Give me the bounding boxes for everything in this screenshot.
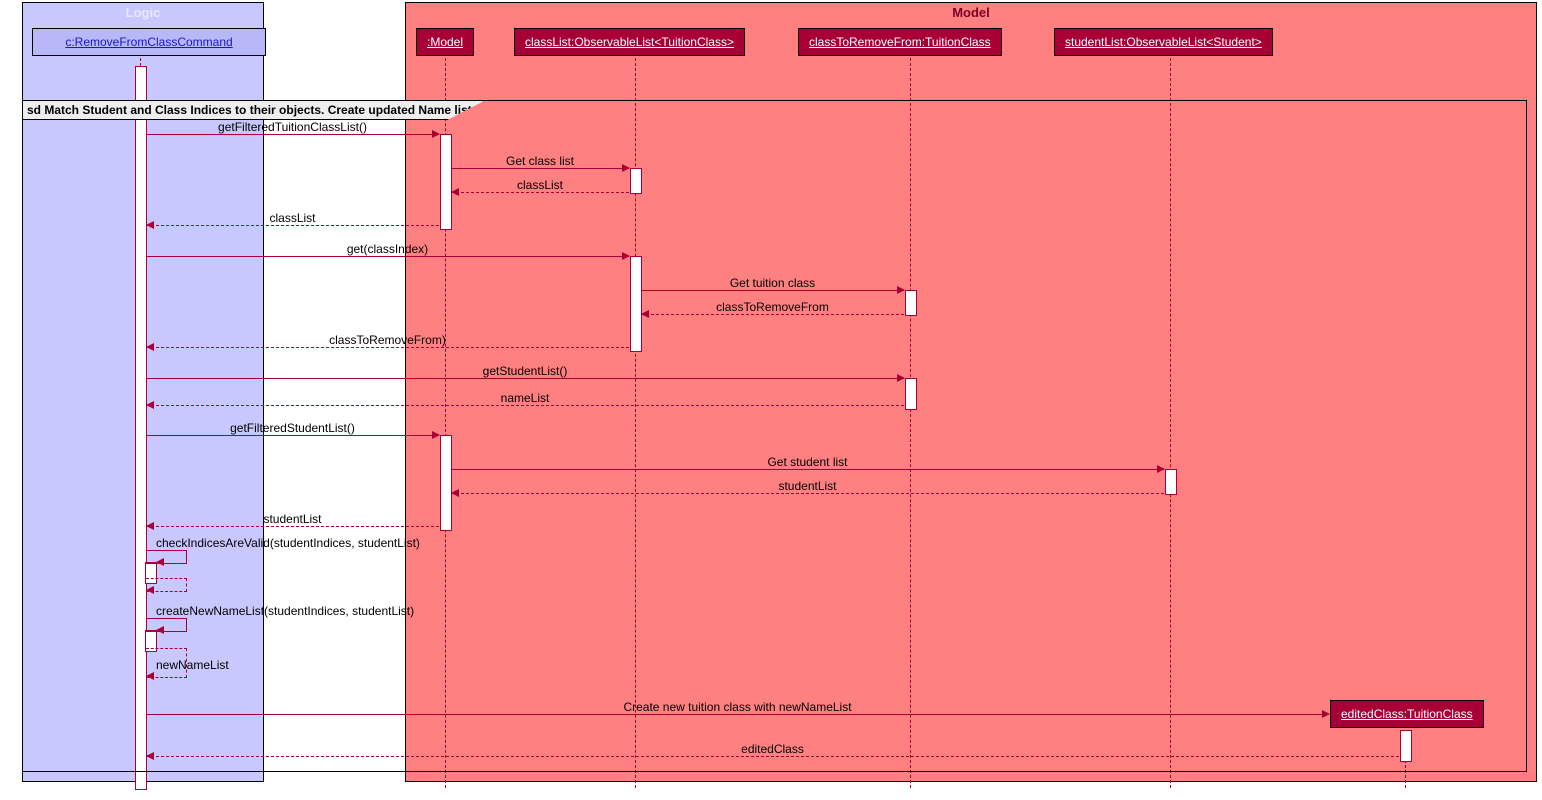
participant-c-label: c:RemoveFromClassCommand <box>65 35 232 49</box>
participant-classtoremove-label: classToRemoveFrom:TuitionClass <box>809 35 991 49</box>
msg-m14-label: studentList <box>146 512 439 526</box>
msg-m9-line <box>146 378 904 379</box>
msg-m11-line <box>146 435 439 436</box>
package-model-title: Model <box>406 3 1536 22</box>
msg-m19-line <box>146 756 1399 757</box>
msg-m15-label: checkIndicesAreValid(studentIndices, stu… <box>156 536 420 550</box>
msg-m19-label: editedClass <box>146 742 1399 756</box>
msg-m3-label: classList <box>451 178 629 192</box>
msg-m16-arrow <box>156 626 164 634</box>
msg-m10-label: nameList <box>146 391 904 405</box>
msg-m11-label: getFilteredStudentList() <box>146 421 439 435</box>
msg-m18-label: Create new tuition class with newNameLis… <box>146 700 1329 714</box>
msg-m15-return-arrow <box>146 586 154 594</box>
msg-m13-line <box>451 493 1164 494</box>
msg-m12-line <box>451 469 1164 470</box>
msg-m5-line <box>146 256 629 257</box>
participant-classlist: classList:ObservableList<TuitionClass> <box>514 28 745 56</box>
package-logic-title: Logic <box>23 3 263 22</box>
msg-m2-line <box>451 168 629 169</box>
msg-m14-line <box>146 526 439 527</box>
msg-m7-label: classToRemoveFrom <box>641 300 904 314</box>
participant-studentlist: studentList:ObservableList<Student> <box>1054 28 1273 56</box>
msg-m16-label: createNewNameList(studentIndices, studen… <box>156 604 414 618</box>
msg-m7-line <box>641 314 904 315</box>
msg-m13-label: studentList <box>451 479 1164 493</box>
msg-m3-line <box>451 192 629 193</box>
msg-m6-label: Get tuition class <box>641 276 904 290</box>
msg-m6-line <box>641 290 904 291</box>
participant-classlist-label: classList:ObservableList<TuitionClass> <box>525 35 734 49</box>
msg-m15-arrow <box>156 558 164 566</box>
sd-frame-label: sd Match Student and Class Indices to th… <box>23 101 484 120</box>
msg-m15-loop <box>146 550 187 564</box>
participant-model: :Model <box>416 28 474 56</box>
msg-m4-label: classList <box>146 211 439 225</box>
participant-studentlist-label: studentList:ObservableList<Student> <box>1065 35 1262 49</box>
msg-m1-label: getFilteredTuitionClassList() <box>146 120 439 134</box>
msg-m10-line <box>146 405 904 406</box>
msg-m17-return-arrow <box>146 672 154 680</box>
msg-m5-label: get(classIndex) <box>146 242 629 256</box>
msg-m1-line <box>146 134 439 135</box>
msg-m9-label: getStudentList() <box>146 364 904 378</box>
msg-m8-label: classToRemoveFrom) <box>146 333 629 347</box>
participant-classtoremove: classToRemoveFrom:TuitionClass <box>798 28 1002 56</box>
msg-m4-line <box>146 225 439 226</box>
msg-m16-loop <box>146 618 187 632</box>
msg-m8-line <box>146 347 629 348</box>
msg-m18-line <box>146 714 1329 715</box>
sd-frame <box>22 100 1527 772</box>
sequence-diagram: Logic Model c:RemoveFromClassCommand :Mo… <box>0 0 1542 800</box>
msg-m2-label: Get class list <box>451 154 629 168</box>
participant-c: c:RemoveFromClassCommand <box>32 28 266 56</box>
msg-m12-label: Get student list <box>451 455 1164 469</box>
participant-model-label: :Model <box>427 35 463 49</box>
msg-m17-label: newNameList <box>156 658 229 672</box>
